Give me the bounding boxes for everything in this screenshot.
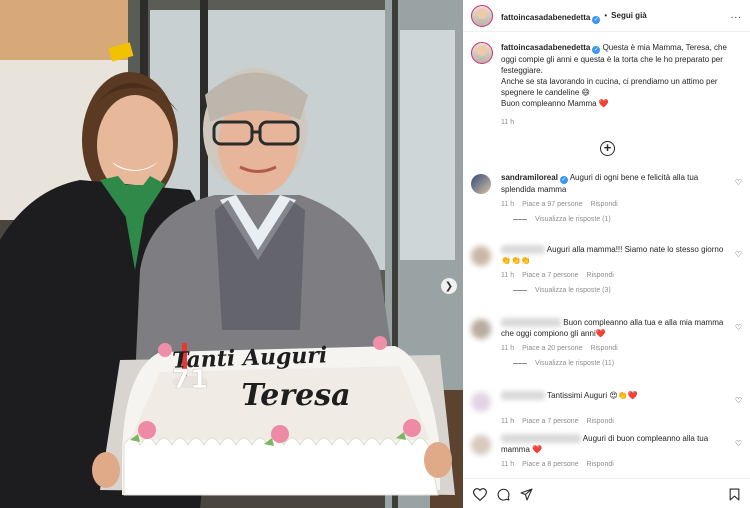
post-panel: fattoincasadabenedetta ✓ • Segui già ... … — [463, 0, 750, 508]
view-replies-button[interactable]: Visualizza le risposte (11) — [513, 360, 746, 367]
header-user: fattoincasadabenedetta ✓ — [501, 7, 601, 25]
caption-text-3: Buon compleanno Mamma ❤️ — [501, 99, 609, 108]
view-replies-button[interactable]: Visualizza le risposte (3) — [513, 287, 746, 294]
comment-icon[interactable] — [497, 488, 510, 501]
like-icon[interactable] — [473, 488, 487, 501]
comment-avatar[interactable] — [471, 174, 491, 194]
like-comment-icon[interactable]: ♡ — [735, 323, 742, 332]
reply-button[interactable]: Rispondi — [587, 418, 614, 425]
share-icon[interactable] — [520, 488, 533, 501]
blurred-username — [501, 245, 545, 255]
comment-time: 11 h — [501, 201, 515, 208]
like-comment-icon[interactable]: ♡ — [735, 178, 742, 187]
more-options-icon[interactable]: ... — [731, 10, 742, 21]
load-more-comments-icon[interactable]: + — [600, 141, 615, 156]
comment-likes[interactable]: Piace a 97 persone — [522, 201, 582, 208]
post-header: fattoincasadabenedetta ✓ • Segui già ... — [463, 0, 750, 32]
candle-number: 71 — [172, 365, 208, 395]
verified-icon: ✓ — [559, 176, 568, 184]
author-username[interactable]: fattoincasadabenedetta — [501, 13, 590, 22]
post-photo[interactable]: Tanti Auguri Teresa 71 ❯ — [0, 0, 463, 508]
view-replies-label: Visualizza le risposte (1) — [535, 216, 611, 223]
verified-icon: ✓ — [592, 15, 601, 24]
next-photo-button[interactable]: ❯ — [441, 278, 457, 294]
view-replies-button[interactable]: Visualizza le risposte (1) — [513, 216, 746, 223]
header-separator: • — [604, 11, 608, 20]
reply-button[interactable]: Rispondi — [587, 461, 614, 468]
comment-likes[interactable]: Piace a 7 persone — [522, 272, 578, 279]
like-comment-icon[interactable]: ♡ — [735, 396, 742, 405]
comment-username[interactable]: sandramiloreal — [501, 173, 558, 182]
comment-time: 11 h — [501, 418, 515, 425]
comment-time: 11 h — [501, 345, 515, 352]
cake-text-line2: Teresa — [241, 378, 350, 413]
view-replies-label: Visualizza le risposte (3) — [535, 287, 611, 294]
comment-time: 11 h — [501, 272, 515, 279]
reply-button[interactable]: Rispondi — [590, 345, 617, 352]
comment-time: 11 h — [501, 461, 515, 468]
caption-time: 11 h — [501, 119, 515, 126]
following-button[interactable]: Segui già — [611, 11, 647, 20]
caption-username[interactable]: fattoincasadabenedetta — [501, 43, 590, 52]
caption-avatar[interactable] — [471, 42, 493, 64]
comment: Auguri alla mamma!!! Siamo nate lo stess… — [471, 244, 746, 294]
comment-avatar[interactable] — [471, 392, 491, 412]
blurred-username — [501, 434, 581, 444]
reply-button[interactable]: Rispondi — [590, 201, 617, 208]
reply-button[interactable]: Rispondi — [587, 272, 614, 279]
comment-likes[interactable]: Piace a 20 persone — [522, 345, 582, 352]
action-bar — [463, 478, 750, 508]
blurred-username — [501, 318, 561, 328]
comment: Auguri di buon compleanno alla tua mamma… — [471, 433, 746, 468]
comment: Tantissimi Auguri 😍👏❤️ ♡ 11 h Piace a 7 p… — [471, 390, 746, 425]
comment-likes[interactable]: Piace a 7 persone — [522, 418, 578, 425]
blurred-username — [501, 391, 545, 401]
comment: Buon compleanno alla tua e alla mia mamm… — [471, 317, 746, 367]
comment: sandramiloreal ✓ Auguri di ogni bene e fe… — [471, 172, 746, 223]
caption-text-2: Anche se sta lavorando in cucina, ci pre… — [501, 77, 718, 97]
caption: fattoincasadabenedetta ✓ Questa è mia Mam… — [471, 42, 743, 128]
caption-body: fattoincasadabenedetta ✓ Questa è mia Mam… — [501, 42, 741, 128]
comment-likes[interactable]: Piace a 8 persone — [522, 461, 578, 468]
like-comment-icon[interactable]: ♡ — [735, 250, 742, 259]
comment-text: Tantissimi Auguri 😍👏❤️ — [547, 391, 638, 400]
comment-avatar[interactable] — [471, 246, 491, 266]
author-avatar[interactable] — [471, 4, 493, 27]
view-replies-label: Visualizza le risposte (11) — [535, 360, 615, 367]
comment-avatar[interactable] — [471, 435, 491, 455]
photo-scene: Tanti Auguri Teresa 71 — [0, 0, 463, 508]
bookmark-icon[interactable] — [729, 488, 740, 501]
like-comment-icon[interactable]: ♡ — [735, 439, 742, 448]
comment-avatar[interactable] — [471, 319, 491, 339]
